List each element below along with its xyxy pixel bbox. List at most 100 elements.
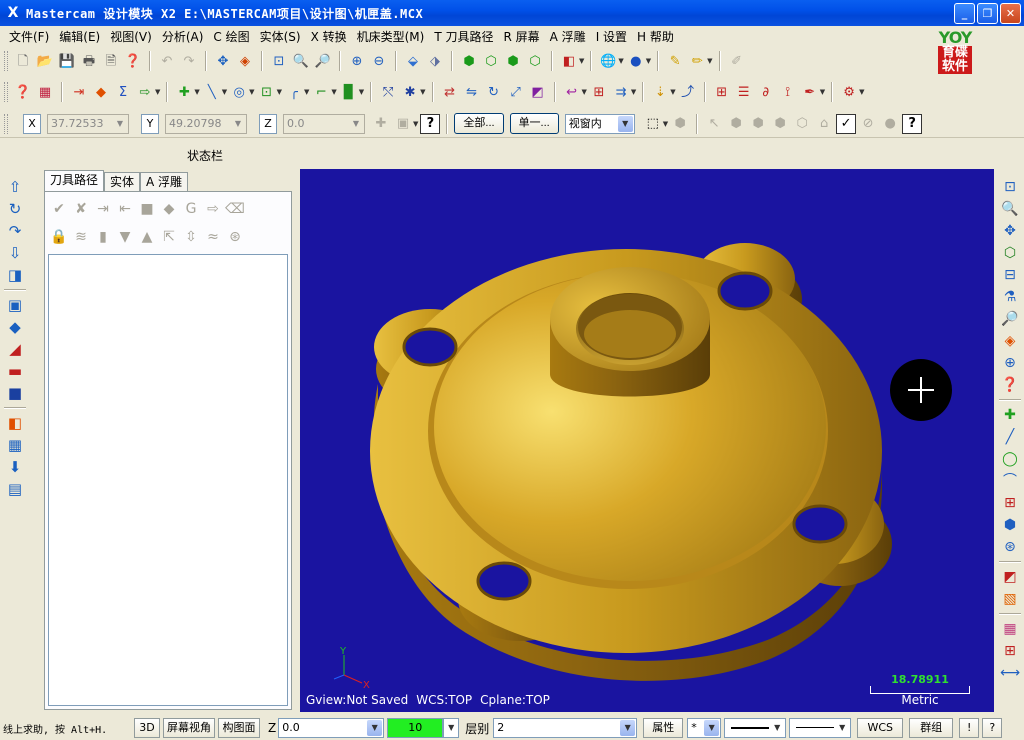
menu-solids[interactable]: 实体(S) [255,28,306,45]
z-coord-field[interactable]: 0.0 ▼ [283,113,365,134]
level-label[interactable]: 层别 [465,720,489,737]
chevron-down-icon[interactable]: ▼ [443,718,460,738]
menu-xform[interactable]: X 转换 [306,28,352,45]
mirror-icon[interactable]: ⇋ [462,82,482,102]
roll-icon[interactable]: ↩ [562,82,582,102]
spline-icon[interactable]: ⌐ [311,82,331,102]
menu-create[interactable]: C 绘图 [208,28,254,45]
circle-create-icon[interactable]: ◎ [229,82,249,102]
restore-button[interactable]: ❐ [977,3,998,24]
paint-dropdown-arrow[interactable]: ▼ [820,88,825,96]
surface-dropdown-arrow[interactable]: ▼ [359,88,364,96]
grid-table-icon[interactable]: ⊞ [712,82,732,102]
clear-select-icon[interactable]: ⊘ [858,114,878,134]
menu-edit[interactable]: 编辑(E) [54,28,105,45]
scale-icon[interactable]: ⤢ [506,82,526,102]
chevron-down-icon[interactable]: ▼ [704,720,720,736]
trim-solid-icon[interactable]: ▬ [4,360,26,382]
window-select-dropdown-arrow[interactable]: ▼ [663,120,668,128]
attributes-button[interactable]: 属性 [643,718,684,738]
chamfer-solid-icon[interactable]: ▦ [4,434,26,456]
screen-view-button[interactable]: 屏幕视角 [163,718,215,738]
point-dropdown-arrow[interactable]: ▼ [194,88,199,96]
chevron-down-icon[interactable]: ▼ [367,720,383,736]
export-dropdown-arrow[interactable]: ▼ [155,88,160,96]
move-down-icon[interactable]: ▼ [115,227,135,247]
scroll-icon[interactable]: ⇳ [181,227,201,247]
sum-icon[interactable]: Σ [113,82,133,102]
globe-icon[interactable]: 🌐 [598,51,618,71]
sphere-shade-icon[interactable]: ● [626,51,646,71]
zoom-out-icon[interactable]: ⊖ [369,51,389,71]
regenerate-dirty-icon[interactable]: ⇤ [115,199,135,219]
export-icon[interactable]: ⇨ [135,82,155,102]
revolve-icon[interactable]: ↻ [4,198,26,220]
fillet-solid-icon[interactable]: ◧ [4,412,26,434]
iso-view-icon[interactable]: ⬡ [525,51,545,71]
group-button[interactable]: 群组 [909,718,954,738]
tab-art[interactable]: A 浮雕 [140,172,189,192]
grid-color-icon[interactable]: ⊞ [999,640,1021,662]
operations-list[interactable] [48,254,288,706]
y-coord-field[interactable]: 49.20798 ▼ [165,113,247,134]
select-all-ops-icon[interactable]: ✔ [49,199,69,219]
sweep-icon[interactable]: ↷ [4,220,26,242]
shade-dropdown-arrow[interactable]: ▼ [646,57,651,65]
shell-icon[interactable]: ▣ [4,294,26,316]
zoom-in-icon[interactable]: ⊕ [347,51,367,71]
draw-arc-icon[interactable]: ⌒ [999,470,1021,492]
line-create-icon[interactable]: ╲ [202,82,222,102]
point-style-select[interactable]: * ▼ [687,718,722,738]
draw-surface-icon[interactable]: ⬢ [999,514,1021,536]
menu-screen[interactable]: R 屏幕 [499,28,545,45]
chevron-down-icon[interactable]: ▼ [617,115,633,132]
line-width-select[interactable]: ▼ [789,718,852,738]
trim-icon[interactable]: ⤲ [378,82,398,102]
wireframe-icon[interactable]: ⬗ [425,51,445,71]
undo-icon[interactable]: ↶ [157,51,177,71]
rotate-icon[interactable]: ↻ [484,82,504,102]
top-view-icon[interactable]: ⬢ [459,51,479,71]
toolbar-grip[interactable] [4,82,8,102]
delete-ops-icon[interactable]: ⌫ [225,199,245,219]
line-style-select[interactable]: ▼ [724,718,787,738]
redo-icon[interactable]: ↷ [179,51,199,71]
repaint-icon[interactable]: ◈ [235,51,255,71]
pointer-icon[interactable]: ↖ [704,114,724,134]
select-dirty-ops-icon[interactable]: ✘ [71,199,91,219]
fillet-icon[interactable]: ╭ [284,82,304,102]
wave-icon[interactable]: ∂ [756,82,776,102]
pencil-icon[interactable]: ✎ [665,51,685,71]
z-depth-select[interactable]: 0.0 ▼ [278,718,385,738]
unzoom-icon[interactable]: 🔎 [313,51,333,71]
question-icon[interactable]: ? [420,113,441,134]
levels-icon[interactable]: ▦ [35,82,55,102]
z-coord-button[interactable]: Z [259,113,277,134]
chevron-down-icon[interactable]: ▼ [113,116,127,132]
break-dropdown-arrow[interactable]: ▼ [420,88,425,96]
help-pointer-icon[interactable]: ❓ [13,82,33,102]
color-square-icon[interactable]: ◩ [999,566,1021,588]
view-dropdown-arrow[interactable]: ▼ [579,57,584,65]
high-speed-icon[interactable]: ⇨ [203,199,223,219]
rectangle-create-icon[interactable]: ⊡ [257,82,277,102]
menu-analyze[interactable]: 分析(A) [157,28,209,45]
stretch-icon[interactable]: ⇉ [611,82,631,102]
select-single-button[interactable]: 单一... [509,113,559,134]
solid-manager-icon[interactable]: ▤ [4,478,26,500]
autocursor-icon[interactable]: ▣ [393,114,413,134]
menu-machine-type[interactable]: 机床类型(M) [352,28,430,45]
toolbar-grip[interactable] [4,113,8,134]
3d-button[interactable]: 3D [134,718,160,738]
color-fill-icon[interactable]: ▧ [999,588,1021,610]
window-select-icon[interactable]: ⬚ [643,114,663,134]
draw-line-icon[interactable]: ╱ [999,426,1021,448]
regenerate-icon[interactable]: ⇥ [93,199,113,219]
boolean-icon[interactable]: ◆ [4,316,26,338]
view-cube-icon[interactable]: ◧ [559,51,579,71]
iso-cube-icon[interactable]: ⬡ [999,242,1021,264]
verify-icon[interactable]: ◆ [159,199,179,219]
chevron-down-icon[interactable]: ▼ [835,720,849,736]
tab-solids[interactable]: 实体 [104,172,141,192]
cube-select-icon[interactable]: ⬡ [792,114,812,134]
